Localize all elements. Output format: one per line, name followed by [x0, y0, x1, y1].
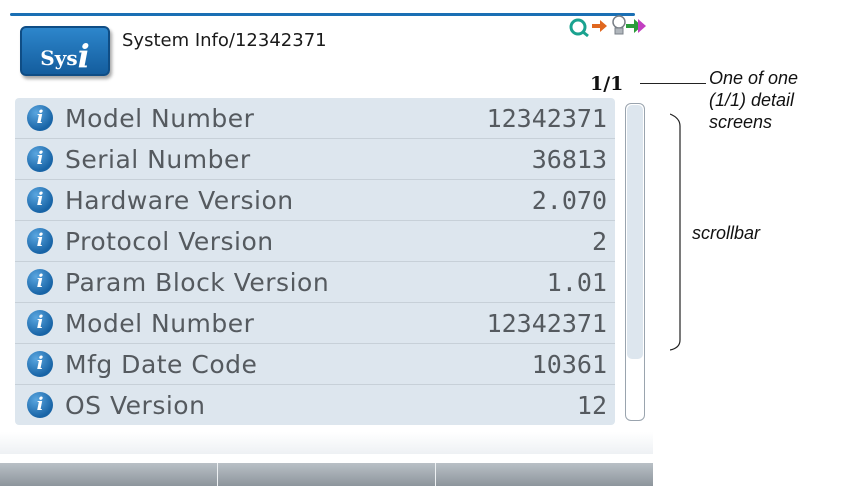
info-icon: i: [27, 105, 53, 131]
info-icon: i: [27, 351, 53, 377]
info-icon: i: [27, 269, 53, 295]
info-value: 10361: [531, 349, 607, 379]
search-icon: [569, 18, 589, 38]
arrow-right-icon: [592, 20, 607, 32]
info-label: Protocol Version: [65, 226, 274, 256]
info-icon: i: [27, 392, 53, 418]
info-value: 12342371: [486, 103, 607, 133]
page-indicator: 1/1: [590, 73, 624, 95]
info-value: 2: [591, 226, 607, 256]
list-item[interactable]: i Protocol Version 2: [15, 221, 615, 262]
scrollbar-bracket: [670, 113, 681, 351]
status-area: [0, 432, 653, 454]
info-label: Mfg Date Code: [65, 349, 258, 379]
system-info-app-icon: Sys i: [20, 26, 110, 76]
scrollbar[interactable]: [625, 103, 645, 421]
status-icons: [569, 15, 646, 38]
lightbulb-icon: [612, 15, 626, 35]
page-indicator-callout-line: [640, 83, 706, 84]
softkey-1[interactable]: [0, 463, 218, 486]
list-item[interactable]: i Serial Number 36813: [15, 139, 615, 180]
info-label: OS Version: [65, 390, 206, 420]
info-icon: i: [27, 146, 53, 172]
header-accent-line: [10, 13, 635, 16]
list-item[interactable]: i Param Block Version 1.01: [15, 262, 615, 303]
device-screen: Sys i System Info/12342371 1/1 i Model Num…: [0, 0, 653, 486]
info-list: i Model Number 12342371 i Serial Number 36813…: [15, 98, 615, 425]
list-item[interactable]: i Mfg Date Code 10361: [15, 344, 615, 385]
softkey-bar: [0, 463, 653, 486]
list-item[interactable]: i Model Number 12342371: [15, 303, 615, 344]
info-value: 12342371: [486, 308, 607, 338]
info-value: 2.070: [531, 185, 607, 215]
app-icon-glyph: i: [77, 37, 90, 75]
scrollbar-note: scrollbar: [692, 223, 761, 243]
info-value: 12: [576, 390, 607, 420]
page-title: System Info/12342371: [122, 30, 327, 51]
list-item[interactable]: i Model Number 12342371: [15, 98, 615, 139]
info-icon: i: [27, 187, 53, 213]
softkey-2[interactable]: [218, 463, 436, 486]
info-label: Model Number: [65, 103, 255, 133]
connection-icon: [626, 19, 646, 33]
page-indicator-note: One of one (1/1) detail screens: [709, 68, 799, 132]
scroll-thumb[interactable]: [627, 105, 643, 359]
info-icon: i: [27, 310, 53, 336]
info-label: Hardware Version: [65, 185, 294, 215]
list-item[interactable]: i OS Version 12: [15, 385, 615, 425]
info-label: Param Block Version: [65, 267, 330, 297]
info-label: Model Number: [65, 308, 255, 338]
info-value: 1.01: [546, 267, 607, 297]
list-item[interactable]: i Hardware Version 2.070: [15, 180, 615, 221]
info-icon: i: [27, 228, 53, 254]
info-value: 36813: [531, 144, 607, 174]
info-label: Serial Number: [65, 144, 251, 174]
app-icon-prefix: Sys: [40, 46, 78, 70]
softkey-3[interactable]: [436, 463, 653, 486]
